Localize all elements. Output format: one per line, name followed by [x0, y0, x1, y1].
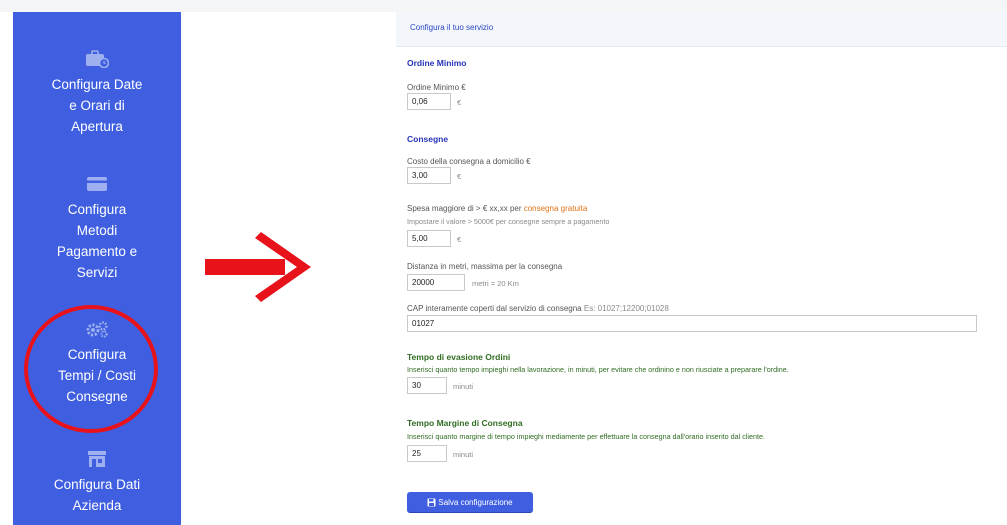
section-title-margine: Tempo Margine di Consegna — [407, 418, 523, 428]
save-icon — [427, 498, 436, 506]
section-title-consegne: Consegne — [407, 134, 449, 144]
sidebar-item-pagamento[interactable]: Configura Metodi Pagamento e Servizi — [13, 175, 181, 283]
distanza-input[interactable]: 20000 — [407, 274, 465, 291]
distanza-unit: metri = 20 Km — [472, 279, 519, 288]
spesa-label-prefix: Spesa maggiore di > € xx,xx per — [407, 204, 524, 213]
ordine-minimo-unit: € — [457, 98, 462, 107]
panel-header: Configura il tuo servizio — [396, 12, 1007, 47]
cap-input[interactable]: 01027 — [407, 315, 977, 332]
sidebar-item-date-orari[interactable]: Configura Date e Orari di Apertura — [13, 50, 181, 137]
evasione-input[interactable]: 30 — [407, 377, 447, 394]
cap-label-text: CAP interamente coperti dal servizio di … — [407, 304, 582, 313]
evasione-unit: minuti — [453, 382, 474, 391]
sidebar-item-dati-azienda[interactable]: Configura Dati Azienda — [13, 450, 181, 516]
credit-card-icon — [87, 177, 107, 191]
evasione-help: Inserisci quanto tempo impieghi nella la… — [407, 365, 789, 374]
spesa-gratuita-unit: € — [457, 235, 462, 244]
spesa-gratuita-input[interactable]: 5,00 — [407, 230, 451, 247]
section-title-ordine: Ordine Minimo — [407, 58, 467, 68]
sidebar-item-label: Configura Date e Orari di Apertura — [51, 77, 143, 134]
consegna-gratuita-highlight: consegna gratuita — [523, 204, 588, 213]
highlight-circle — [24, 305, 158, 433]
sidebar-item-label: Configura Metodi Pagamento e Servizi — [56, 202, 138, 280]
cap-example: Es: 01027;12200;01028 — [583, 304, 669, 313]
costo-consegna-unit: € — [457, 172, 462, 181]
margine-help: Inserisci quanto margine di tempo impieg… — [407, 432, 766, 441]
sidebar-item-label: Configura Dati Azienda — [53, 477, 141, 513]
top-band — [0, 0, 1007, 12]
page-title: Configura il tuo servizio — [410, 23, 494, 32]
arrow-right-icon — [205, 232, 311, 302]
margine-unit: minuti — [453, 450, 474, 459]
section-title-evasione: Tempo di evasione Ordini — [407, 352, 511, 362]
sidebar: Configura Date e Orari di Apertura Confi… — [13, 12, 181, 525]
margine-input[interactable]: 25 — [407, 445, 447, 462]
ordine-minimo-input[interactable]: 0,06 — [407, 93, 451, 110]
config-panel: Configura il tuo servizio Ordine Minimo … — [312, 12, 1007, 525]
spesa-gratuita-help: Impostare il valore > 5000€ per consegne… — [407, 217, 610, 226]
costo-consegna-input[interactable]: 3,00 — [407, 167, 451, 184]
costo-consegna-label: Costo della consegna a domicilio € — [407, 157, 531, 166]
store-icon — [88, 451, 106, 467]
save-config-button[interactable]: Salva configurazione — [407, 492, 533, 512]
spesa-gratuita-label: Spesa maggiore di > € xx,xx per consegna… — [407, 204, 587, 213]
distanza-label: Distanza in metri, massima per la conseg… — [407, 262, 563, 271]
cap-label: CAP interamente coperti dal servizio di … — [407, 304, 669, 313]
briefcase-clock-icon — [86, 50, 109, 68]
save-button-label: Salva configurazione — [438, 497, 513, 507]
ordine-minimo-label: Ordine Minimo € — [407, 83, 466, 92]
